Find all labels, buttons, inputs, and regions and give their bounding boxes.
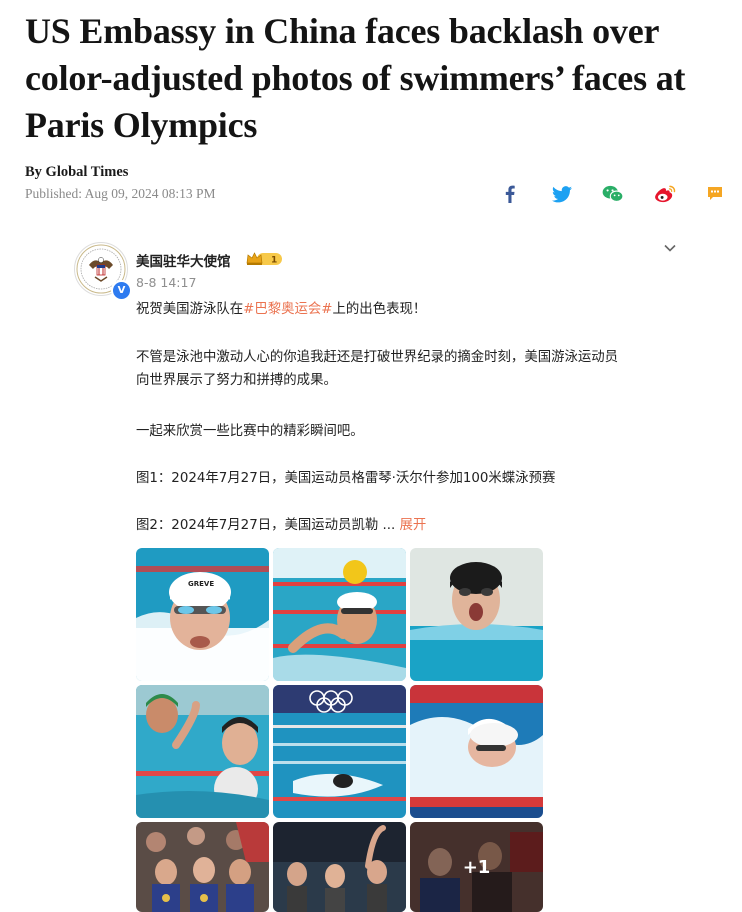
photo-4[interactable] (136, 685, 269, 818)
photo-7[interactable] (136, 822, 269, 912)
photo-6[interactable] (410, 685, 543, 818)
more-photos-count[interactable]: +1 (410, 822, 543, 912)
account-name[interactable]: 美国驻华大使馆 (136, 250, 231, 270)
facebook-icon[interactable] (502, 183, 518, 205)
wechat-icon[interactable] (601, 183, 625, 205)
photo-2[interactable] (273, 548, 406, 681)
photo-5[interactable] (273, 685, 406, 818)
photo-1[interactable]: GREVE (136, 548, 269, 681)
line1-pre: 祝贺美国游泳队在 (136, 302, 244, 317)
caption-2-line: 图2：2024年7月27日，美国运动员凯勒 ... 展开 (136, 514, 426, 537)
chevron-down-icon[interactable] (662, 240, 678, 256)
byline: By Global Times (25, 164, 129, 180)
photo-3[interactable] (410, 548, 543, 681)
twitter-icon[interactable] (551, 183, 573, 205)
photo-8[interactable] (273, 822, 406, 912)
post-line-1: 祝贺美国游泳队在#巴黎奥运会#上的出色表现！ (136, 298, 426, 321)
post-time[interactable]: 8-8 14:17 (136, 275, 196, 290)
comment-icon[interactable] (706, 183, 724, 205)
published-date: Published: Aug 09, 2024 08:13 PM (25, 186, 216, 201)
swim-cap-text: GREVE (188, 580, 214, 588)
weibo-post: V 美国驻华大使馆 1 8-8 14:17 祝贺美国游泳队在#巴黎奥运会#上的出… (0, 230, 742, 912)
expand-link[interactable]: 展开 (400, 518, 427, 533)
weibo-icon[interactable] (653, 183, 677, 205)
post-para-3: 一起来欣赏一些比赛中的精彩瞬间吧。 (136, 424, 364, 439)
post-para-2-line-1: 不管是泳池中激动人心的你追我赶还是打破世界纪录的摘金时刻，美国游泳运动员 (136, 350, 619, 365)
verified-badge-icon: V (111, 280, 132, 301)
level-number: 1 (271, 256, 277, 266)
line1-post: 上的出色表现！ (332, 302, 427, 317)
level-badge: 1 (245, 251, 283, 267)
article-headline: US Embassy in China faces backlash over … (25, 11, 686, 145)
caption-1: 图1：2024年7月27日，美国运动员格雷琴·沃尔什参加100米蝶泳预赛 (136, 471, 556, 486)
post-para-2-line-2: 向世界展示了努力和拼搏的成果。 (136, 373, 337, 388)
caption-2: 图2：2024年7月27日，美国运动员凯勒 ... (136, 518, 396, 533)
photo-9[interactable]: +1 (410, 822, 543, 912)
hashtag-link[interactable]: #巴黎奥运会# (243, 302, 332, 317)
